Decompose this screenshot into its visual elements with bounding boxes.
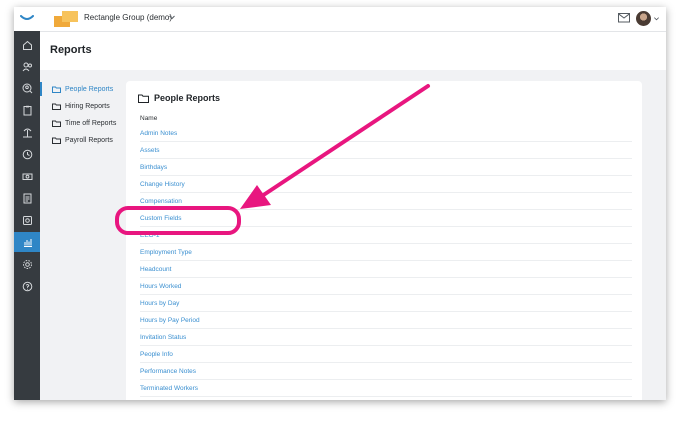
table-row: Headcount [140,261,632,278]
column-header-name: Name [140,115,158,122]
table-row: People Info [140,346,632,363]
report-link-people-info[interactable]: People Info [140,351,173,358]
table-row: Performance Notes [140,363,632,380]
card-title-text: People Reports [154,93,221,103]
folder-icon [52,103,61,110]
folder-icon [52,137,61,144]
document-icon[interactable] [14,188,40,208]
report-link-invitation-status[interactable]: Invitation Status [140,334,186,341]
report-list: Admin Notes Assets Birthdays Change Hist… [140,125,632,397]
org-logo-icon [54,11,78,27]
reports-icon[interactable] [14,232,40,252]
table-row: Hours by Pay Period [140,312,632,329]
subnav-item-payroll-reports[interactable]: Payroll Reports [52,134,113,146]
island-icon[interactable] [14,122,40,142]
page-title: Reports [50,44,92,56]
report-link-admin-notes[interactable]: Admin Notes [140,130,177,137]
people-icon[interactable] [14,56,40,76]
chevron-down-icon[interactable] [168,13,176,21]
page-header: Reports [40,32,666,70]
reports-subnav: People Reports Hiring Reports Time off R… [40,70,126,400]
badge-icon[interactable] [14,210,40,230]
report-link-headcount[interactable]: Headcount [140,266,171,273]
subnav-item-label: Hiring Reports [65,102,110,110]
subnav-item-label: People Reports [65,85,114,93]
table-row: Admin Notes [140,125,632,142]
report-link-performance-notes[interactable]: Performance Notes [140,368,196,375]
gear-icon[interactable] [14,254,40,274]
table-row: Assets [140,142,632,159]
smile-logo-icon [20,15,34,20]
subnav-item-people-reports[interactable]: People Reports [52,83,113,95]
table-row: Birthdays [140,159,632,176]
money-icon[interactable] [14,166,40,186]
card-title: People Reports [138,93,220,103]
report-link-custom-fields[interactable]: Custom Fields [140,215,182,222]
help-icon[interactable] [14,276,40,296]
report-link-employment-type[interactable]: Employment Type [140,249,192,256]
subnav-item-label: Payroll Reports [65,136,113,144]
report-link-birthdays[interactable]: Birthdays [140,164,167,171]
people-reports-card: People Reports Name Admin Notes Assets B… [126,81,642,400]
table-row: Compensation [140,193,632,210]
table-row: Employment Type [140,244,632,261]
table-row: Hours by Day [140,295,632,312]
folder-icon [138,94,149,103]
report-link-compensation[interactable]: Compensation [140,198,182,205]
clipboard-icon[interactable] [14,100,40,120]
subnav-item-time-off-reports[interactable]: Time off Reports [52,117,116,129]
table-row: Custom Fields [140,210,632,227]
icon-rail [14,7,40,400]
table-row: Change History [140,176,632,193]
org-name[interactable]: Rectangle Group (demo) [84,13,172,22]
app-window: Rectangle Group (demo) Reports People Re… [14,7,666,400]
avatar[interactable] [636,11,651,26]
mail-icon[interactable] [618,13,630,23]
table-row: Terminated Workers [140,380,632,397]
search-person-icon[interactable] [14,78,40,98]
active-indicator [40,82,42,96]
table-row: Hours Worked [140,278,632,295]
subnav-item-hiring-reports[interactable]: Hiring Reports [52,100,110,112]
clock-icon[interactable] [14,144,40,164]
folder-icon [52,120,61,127]
report-link-hours-worked[interactable]: Hours Worked [140,283,181,290]
subnav-item-label: Time off Reports [65,119,117,127]
top-bar: Rectangle Group (demo) [40,7,666,32]
report-link-eeo-1[interactable]: EEO-1 [140,232,160,239]
report-link-assets[interactable]: Assets [140,147,160,154]
table-row: Invitation Status [140,329,632,346]
table-row: EEO-1 [140,227,632,244]
report-link-hours-by-day[interactable]: Hours by Day [140,300,179,307]
report-link-hours-by-pay-period[interactable]: Hours by Pay Period [140,317,200,324]
chevron-down-icon[interactable] [653,15,660,22]
home-icon[interactable] [14,35,40,55]
app-logo[interactable] [14,7,40,31]
folder-icon [52,86,61,93]
report-link-change-history[interactable]: Change History [140,181,185,188]
report-link-terminated-workers[interactable]: Terminated Workers [140,385,198,392]
